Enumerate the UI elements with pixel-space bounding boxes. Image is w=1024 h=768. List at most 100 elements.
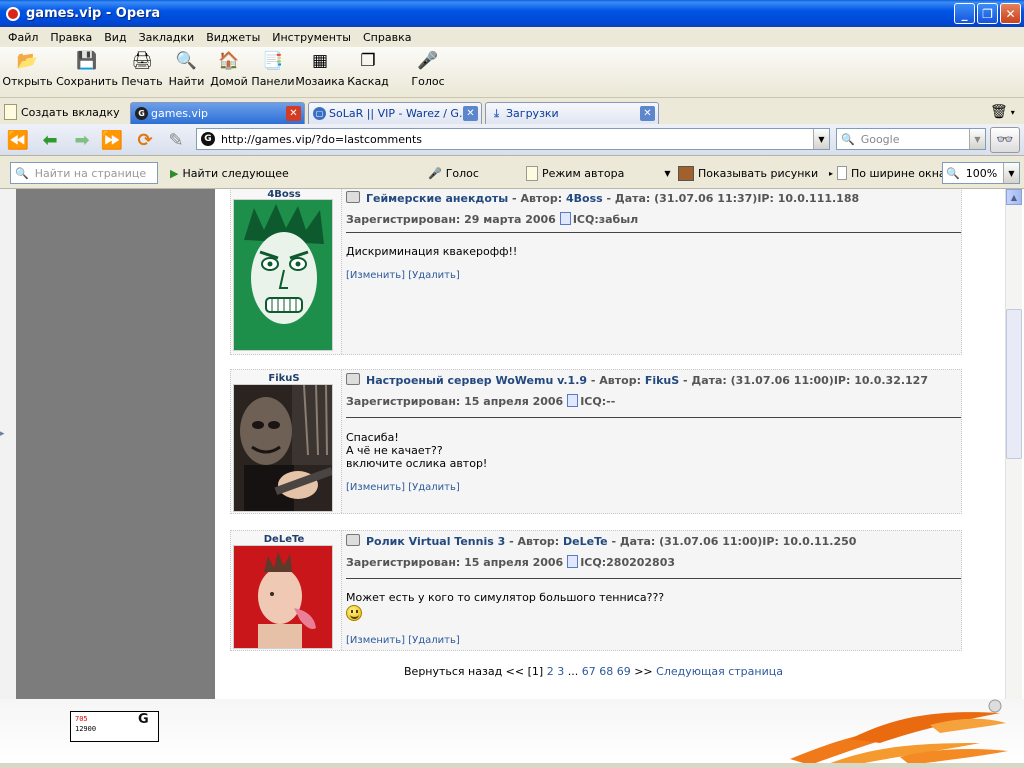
minimize-button[interactable]: _ [954, 3, 975, 24]
delete-link[interactable]: [Удалить] [408, 482, 460, 493]
print-button[interactable]: 🖨 Печать [119, 47, 165, 93]
post-nick[interactable]: FikuS [231, 373, 337, 384]
find-button[interactable]: 🔍 Найти [165, 47, 208, 93]
comment-post: FikuS Настроеный сервер WoWemu v.1.9 - А… [230, 369, 962, 514]
panels-label: Панели [251, 75, 295, 88]
save-label: Сохранить [56, 75, 118, 88]
vertical-scrollbar[interactable]: ▲ [1005, 189, 1022, 699]
pager-page-link[interactable]: 2 [547, 665, 554, 678]
find-in-page-input[interactable]: 🔍 Найти на странице [10, 162, 158, 184]
search-field[interactable]: 🔍 Google ▼ [836, 128, 986, 150]
magnifier-icon: 🔍 [175, 50, 198, 71]
pager-page-link[interactable]: 68 [599, 665, 613, 678]
icq-number: ICQ:забыл [572, 213, 639, 226]
delete-link[interactable]: [Удалить] [408, 270, 460, 281]
play-arrow-icon: ▶ [170, 166, 179, 180]
post-body: Настроеный сервер WoWemu v.1.9 - Автор: … [341, 370, 961, 513]
menu-tools[interactable]: Инструменты [266, 31, 357, 44]
menu-file[interactable]: Файл [2, 31, 44, 44]
menu-edit[interactable]: Правка [44, 31, 98, 44]
menu-help[interactable]: Справка [357, 31, 417, 44]
close-tab-icon[interactable]: ✕ [286, 106, 301, 121]
save-button[interactable]: 💾 Сохранить [55, 47, 119, 93]
post-title-link[interactable]: Ролик Virtual Tennis 3 [366, 535, 505, 548]
author-link[interactable]: FikuS [645, 374, 679, 387]
find-next-button[interactable]: ▶ Найти следующее [170, 163, 289, 183]
post-body: Геймерские анекдоты - Автор: 4Boss - Дат… [341, 189, 961, 354]
voice-button-findbar[interactable]: 🎤 Голос [428, 163, 479, 183]
post-title-link[interactable]: Настроеный сервер WoWemu v.1.9 [366, 374, 587, 387]
pager-back[interactable]: Вернуться назад << [404, 665, 524, 678]
left-column [16, 189, 215, 699]
forward-arrow-icon[interactable]: ➡ [70, 128, 94, 152]
panels-button[interactable]: 📑 Панели [250, 47, 296, 93]
menu-view[interactable]: Вид [98, 31, 132, 44]
edit-link[interactable]: [Изменить] [346, 635, 405, 646]
address-field[interactable]: G http://games.vip/?do=lastcomments ▼ [196, 128, 830, 150]
zoom-dropdown-icon[interactable]: ▼ [1003, 163, 1019, 183]
tile-button[interactable]: ▦ Мозаика [295, 47, 344, 93]
visitor-counter[interactable]: 705 12900 G [70, 711, 159, 742]
fit-width-button[interactable]: ▸ По ширине окна [829, 163, 946, 183]
pager-page-link[interactable]: 67 [582, 665, 596, 678]
delete-link[interactable]: [Удалить] [408, 635, 460, 646]
open-button[interactable]: 📂 Открыть [0, 47, 55, 93]
scroll-up-arrow-icon[interactable]: ▲ [1006, 189, 1022, 205]
author-link[interactable]: 4Boss [566, 192, 603, 205]
show-images-button[interactable]: Показывать рисунки [678, 163, 818, 183]
next-page-link[interactable]: Следующая страница [656, 665, 783, 678]
post-nick[interactable]: DeLeTe [231, 534, 337, 545]
close-tab-icon[interactable]: ✕ [463, 106, 478, 121]
tab-solar[interactable]: ▢ SoLaR || VIP - Warez / G... ✕ [308, 102, 482, 124]
pager-current: [1] [527, 665, 544, 678]
back-arrow-icon[interactable]: ⬅ [38, 128, 62, 152]
search-icon: 🔍 [15, 166, 29, 180]
menu-bookmarks[interactable]: Закладки [133, 31, 201, 44]
address-dropdown-icon[interactable]: ▼ [813, 129, 829, 149]
post-header: Ролик Virtual Tennis 3 - Автор: DeLeTe -… [346, 534, 856, 548]
author-mode-button[interactable]: Режим автора ▼ [526, 163, 671, 183]
cascade-button[interactable]: ❐ Каскад [344, 47, 392, 93]
pager-forward[interactable]: >> [634, 665, 652, 678]
voice-icon: 🎤 [428, 166, 442, 180]
pager-page-link[interactable]: 3 [557, 665, 564, 678]
post-date-ip: - Дата: (31.07.06 11:00)IP: 10.0.11.250 [611, 535, 857, 548]
chevron-down-icon[interactable]: ▼ [664, 169, 670, 178]
tab-downloads[interactable]: ⤓ Загрузки ✕ [485, 102, 659, 124]
post-title-link[interactable]: Геймерские анекдоты [366, 192, 508, 205]
zoom-select[interactable]: 🔍 100% ▼ [942, 162, 1020, 184]
edit-link[interactable]: [Изменить] [346, 482, 405, 493]
tab-label: games.vip [151, 107, 208, 120]
icq-icon [567, 394, 579, 407]
trash-icon[interactable]: 🗑 ▾ [990, 102, 1018, 122]
author-label: - Автор: [512, 192, 563, 205]
pager-page-link[interactable]: 69 [617, 665, 631, 678]
panel-toggle-icon[interactable]: ▸ [0, 429, 6, 451]
new-tab-button[interactable]: Создать вкладку [4, 101, 120, 123]
image-icon [678, 165, 694, 181]
registration-line: Зарегистрирован: 15 апреля 2006 ICQ:28020… [346, 555, 675, 569]
download-icon: ⤓ [494, 106, 499, 120]
edit-link[interactable]: [Изменить] [346, 270, 405, 281]
show-images-label: Показывать рисунки [698, 166, 819, 180]
close-tab-icon[interactable]: ✕ [640, 106, 655, 121]
post-message: Дискриминация квакерофф!! [346, 245, 518, 258]
edit-pencil-icon[interactable]: ✎ [164, 128, 188, 152]
fast-forward-icon[interactable]: ⏩ [100, 128, 124, 152]
tab-games-vip[interactable]: G games.vip ✕ [130, 102, 305, 124]
close-button[interactable]: ✕ [1000, 3, 1021, 24]
triangle-icon: ▸ [829, 168, 834, 178]
window-title: games.vip - Opera [26, 6, 161, 21]
scroll-thumb[interactable] [1006, 309, 1022, 459]
post-message: Может есть у кого то симулятор большого … [346, 591, 665, 604]
home-button[interactable]: 🏠 Домой [208, 47, 250, 93]
maximize-button[interactable]: ❐ [977, 3, 998, 24]
search-engine-dropdown-icon[interactable]: ▼ [969, 129, 985, 149]
glasses-icon[interactable]: 👓 [990, 127, 1020, 153]
menu-widgets[interactable]: Виджеты [200, 31, 266, 44]
g-favicon-icon: G [135, 107, 148, 120]
rewind-icon[interactable]: ⏪ [6, 128, 30, 152]
reload-icon[interactable]: ⟳ [133, 128, 157, 152]
author-link[interactable]: DeLeTe [563, 535, 608, 548]
voice-button[interactable]: 🎤 Голос [400, 47, 456, 93]
